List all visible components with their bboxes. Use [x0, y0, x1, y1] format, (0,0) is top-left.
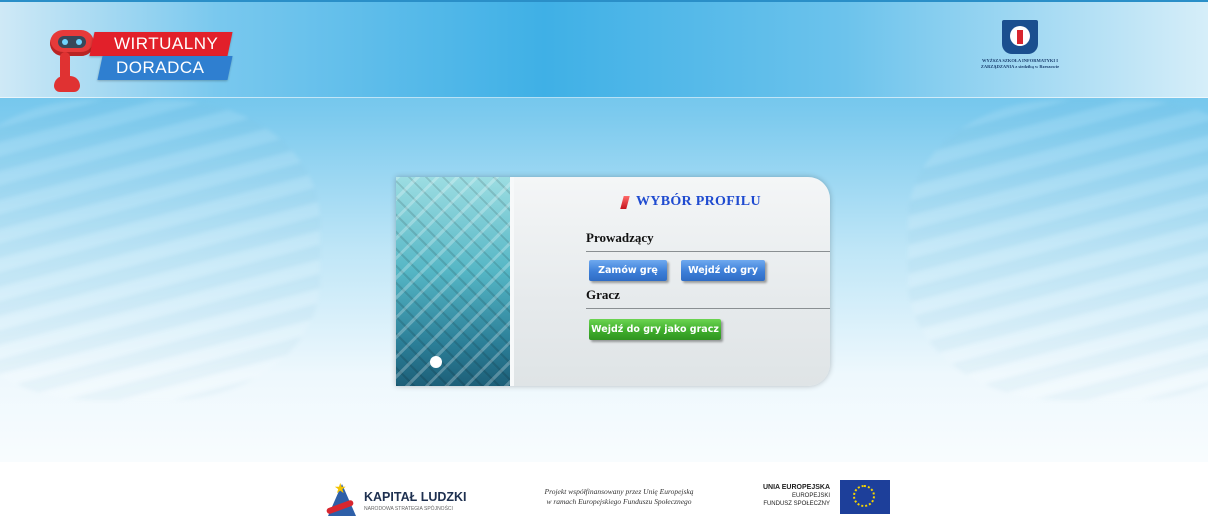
eu-label-line-3: FUNDUSZ SPOŁECZNY: [763, 501, 830, 507]
red-marker-icon: [620, 195, 630, 209]
section-label-host: Prowadzący: [586, 230, 654, 245]
section-label-player: Gracz: [586, 287, 620, 302]
section-divider-player: [586, 308, 830, 309]
kapital-ludzki-emblem-icon: ★: [325, 478, 356, 518]
profile-selection-panel: WYBÓR PROFILU Prowadzący Zamów grę Wejdź…: [396, 177, 830, 386]
eu-fund-label: UNIA EUROPEJSKA EUROPEJSKI FUNDUSZ SPOŁE…: [758, 484, 830, 508]
header-banner: WIRTUALNY DORADCA WYŻSZA SZKOŁA INFORMAT…: [0, 0, 1208, 98]
cofinancing-line-1: Projekt współfinansowany przez Unię Euro…: [544, 487, 694, 496]
section-divider-host: [586, 251, 830, 252]
enter-as-player-button[interactable]: Wejdź do gry jako gracz: [589, 319, 721, 340]
kapital-ludzki-subtitle: NARODOWA STRATEGIA SPÓJNOŚCI: [364, 506, 453, 512]
background-hands-left: [0, 100, 320, 400]
school-logo[interactable]: WYŻSZA SZKOŁA INFORMATYKI I ZARZĄDZANIA …: [972, 20, 1068, 98]
panel-title: WYBÓR PROFILU: [620, 194, 761, 210]
keyboard-image: [396, 177, 514, 386]
eu-label-line-1: UNIA EUROPEJSKA: [762, 484, 830, 491]
footer: ★ KAPITAŁ LUDZKI NARODOWA STRATEGIA SPÓJ…: [0, 462, 1208, 521]
kapital-ludzki-title: KAPITAŁ LUDZKI: [364, 490, 467, 504]
panel-title-text: WYBÓR PROFILU: [636, 194, 761, 209]
eu-flag-icon: [840, 480, 890, 514]
eu-label-line-2: EUROPEJSKI: [791, 493, 830, 499]
order-game-button[interactable]: Zamów grę: [589, 260, 667, 281]
logo-text-wirtualny: WIRTUALNY: [114, 34, 219, 53]
app-logo[interactable]: WIRTUALNY DORADCA: [48, 24, 238, 94]
decorative-dot: [430, 356, 442, 368]
school-logo-text: WYŻSZA SZKOŁA INFORMATYKI I ZARZĄDZANIA …: [980, 58, 1060, 69]
school-emblem-icon: [1002, 20, 1038, 54]
cofinancing-note: Projekt współfinansowany przez Unię Euro…: [515, 487, 723, 507]
enter-game-button[interactable]: Wejdź do gry: [681, 260, 765, 281]
logo-text-doradca: DORADCA: [116, 58, 205, 77]
cofinancing-line-2: w ramach Europejskiego Funduszu Społeczn…: [546, 497, 692, 506]
background-hands-right: [908, 100, 1208, 400]
page: WIRTUALNY DORADCA WYŻSZA SZKOŁA INFORMAT…: [0, 0, 1208, 521]
